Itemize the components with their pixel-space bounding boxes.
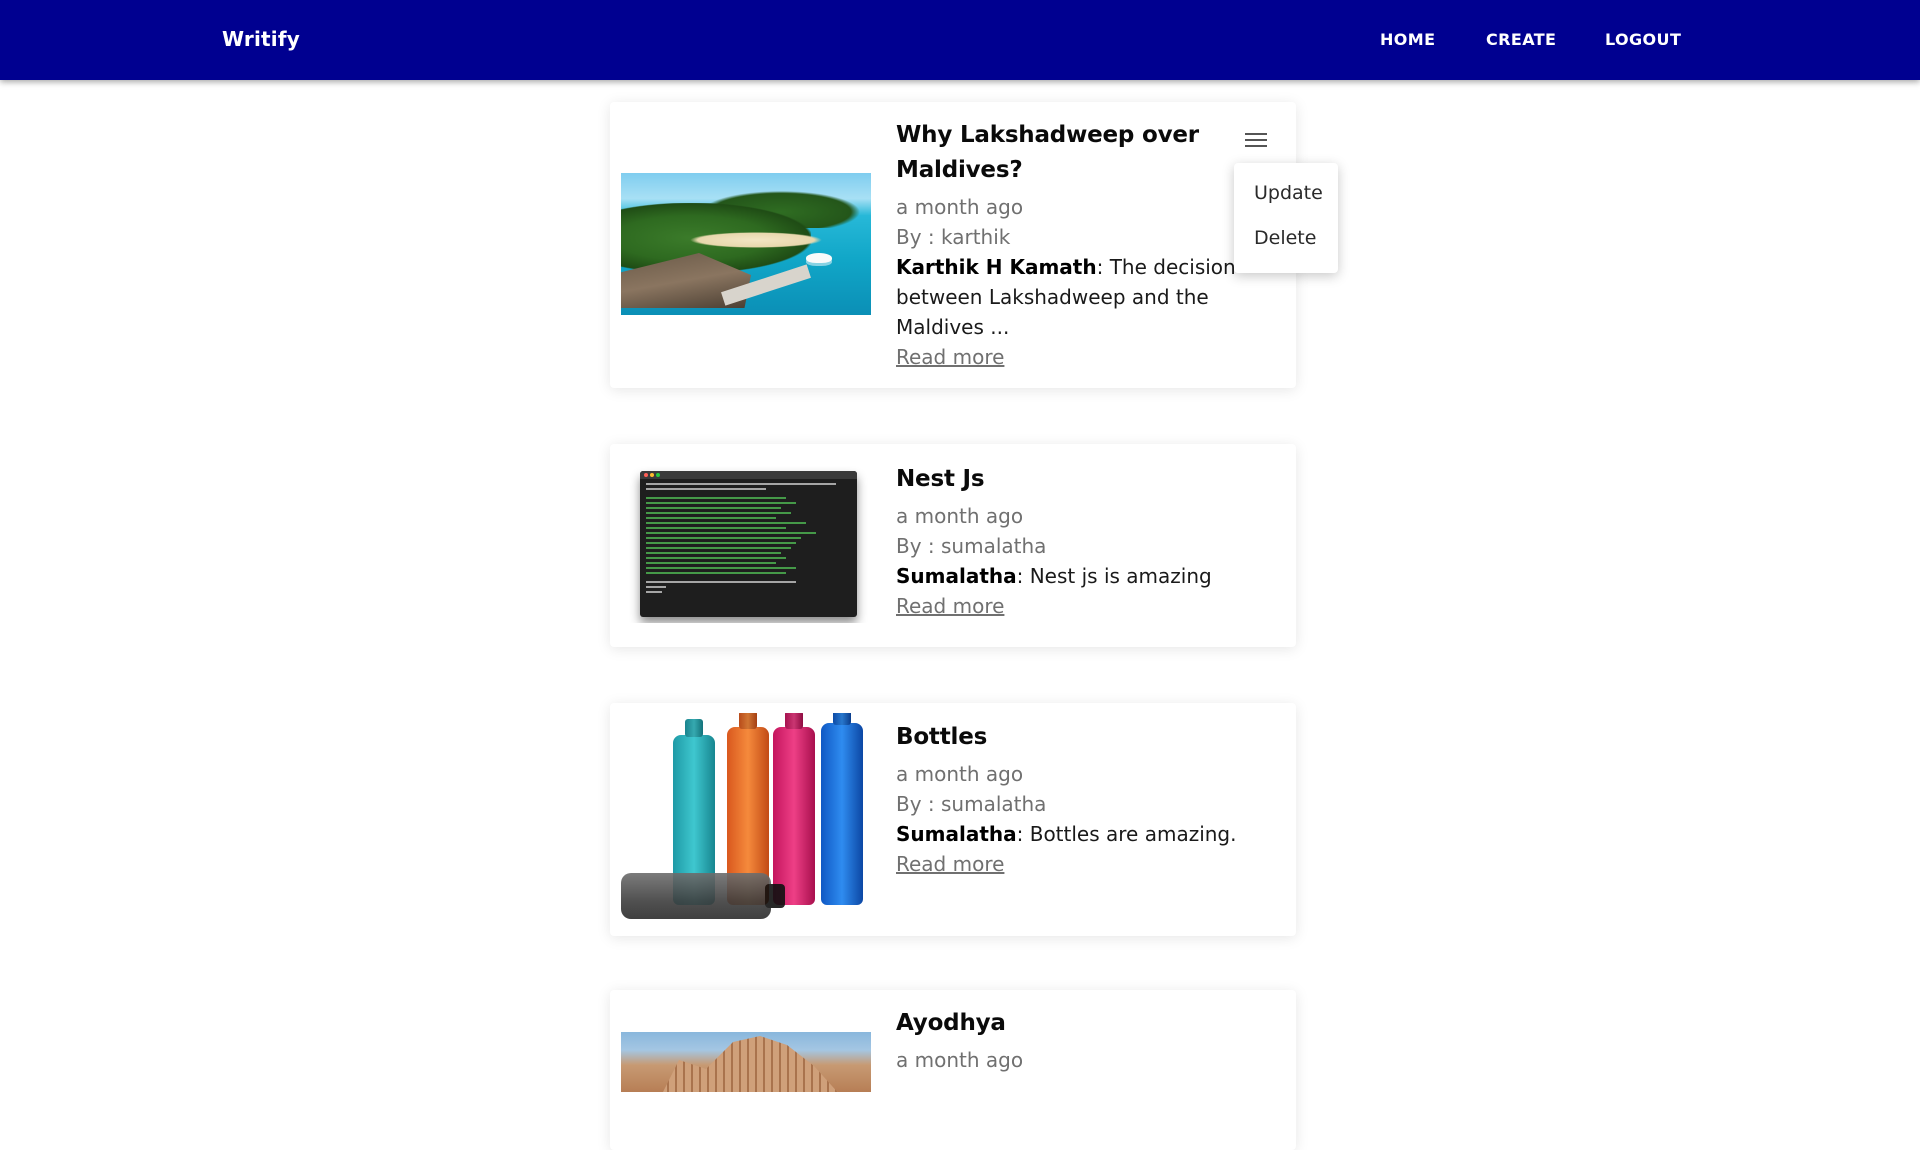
nav-logout-link[interactable]: LOGOUT <box>1605 30 1681 49</box>
post-card: Nest Js a month ago By : sumalatha Sumal… <box>610 444 1296 647</box>
post-author: By : karthik <box>896 225 1011 249</box>
post-image <box>621 1032 871 1092</box>
post-body: Nest Js a month ago By : sumalatha Sumal… <box>896 462 1276 621</box>
delete-menu-item[interactable]: Delete <box>1254 227 1316 249</box>
post-author: By : sumalatha <box>896 792 1047 816</box>
post-time: a month ago <box>896 504 1024 528</box>
post-excerpt: Karthik H Kamath: The decision between L… <box>896 255 1236 339</box>
terminal-screenshot <box>640 471 857 617</box>
top-navbar: Writify HOME CREATE LOGOUT <box>0 0 1920 80</box>
post-title[interactable]: Nest Js <box>896 462 1276 497</box>
post-image <box>621 463 871 623</box>
post-image <box>621 713 871 927</box>
post-title[interactable]: Ayodhya <box>896 1006 1276 1041</box>
post-body: Why Lakshadweep over Maldives? a month a… <box>896 118 1276 372</box>
nav-create-link[interactable]: CREATE <box>1486 30 1556 49</box>
post-card: Why Lakshadweep over Maldives? a month a… <box>610 102 1296 388</box>
post-options-menu: Update Delete <box>1234 163 1338 273</box>
update-menu-item[interactable]: Update <box>1254 182 1323 204</box>
post-title[interactable]: Why Lakshadweep over Maldives? <box>896 118 1276 188</box>
post-author: By : sumalatha <box>896 534 1047 558</box>
excerpt-author: Sumalatha <box>896 822 1017 846</box>
post-body: Bottles a month ago By : sumalatha Sumal… <box>896 720 1276 879</box>
post-time: a month ago <box>896 195 1024 219</box>
hamburger-menu-icon[interactable] <box>1243 130 1269 150</box>
post-time: a month ago <box>896 762 1024 786</box>
nav-home-link[interactable]: HOME <box>1380 30 1435 49</box>
post-excerpt: Sumalatha: Nest js is amazing <box>896 564 1212 588</box>
read-more-link[interactable]: Read more <box>896 849 1004 879</box>
excerpt-author: Karthik H Kamath <box>896 255 1097 279</box>
post-body: Ayodhya a month ago <box>896 1006 1276 1075</box>
read-more-link[interactable]: Read more <box>896 342 1004 372</box>
post-time: a month ago <box>896 1048 1024 1072</box>
excerpt-author: Sumalatha <box>896 564 1017 588</box>
post-title[interactable]: Bottles <box>896 720 1276 755</box>
post-card: Bottles a month ago By : sumalatha Sumal… <box>610 703 1296 936</box>
read-more-link[interactable]: Read more <box>896 591 1004 621</box>
post-excerpt: Sumalatha: Bottles are amazing. <box>896 822 1237 846</box>
brand-logo[interactable]: Writify <box>222 27 300 51</box>
post-image <box>621 173 871 315</box>
post-card: Ayodhya a month ago <box>610 990 1296 1150</box>
